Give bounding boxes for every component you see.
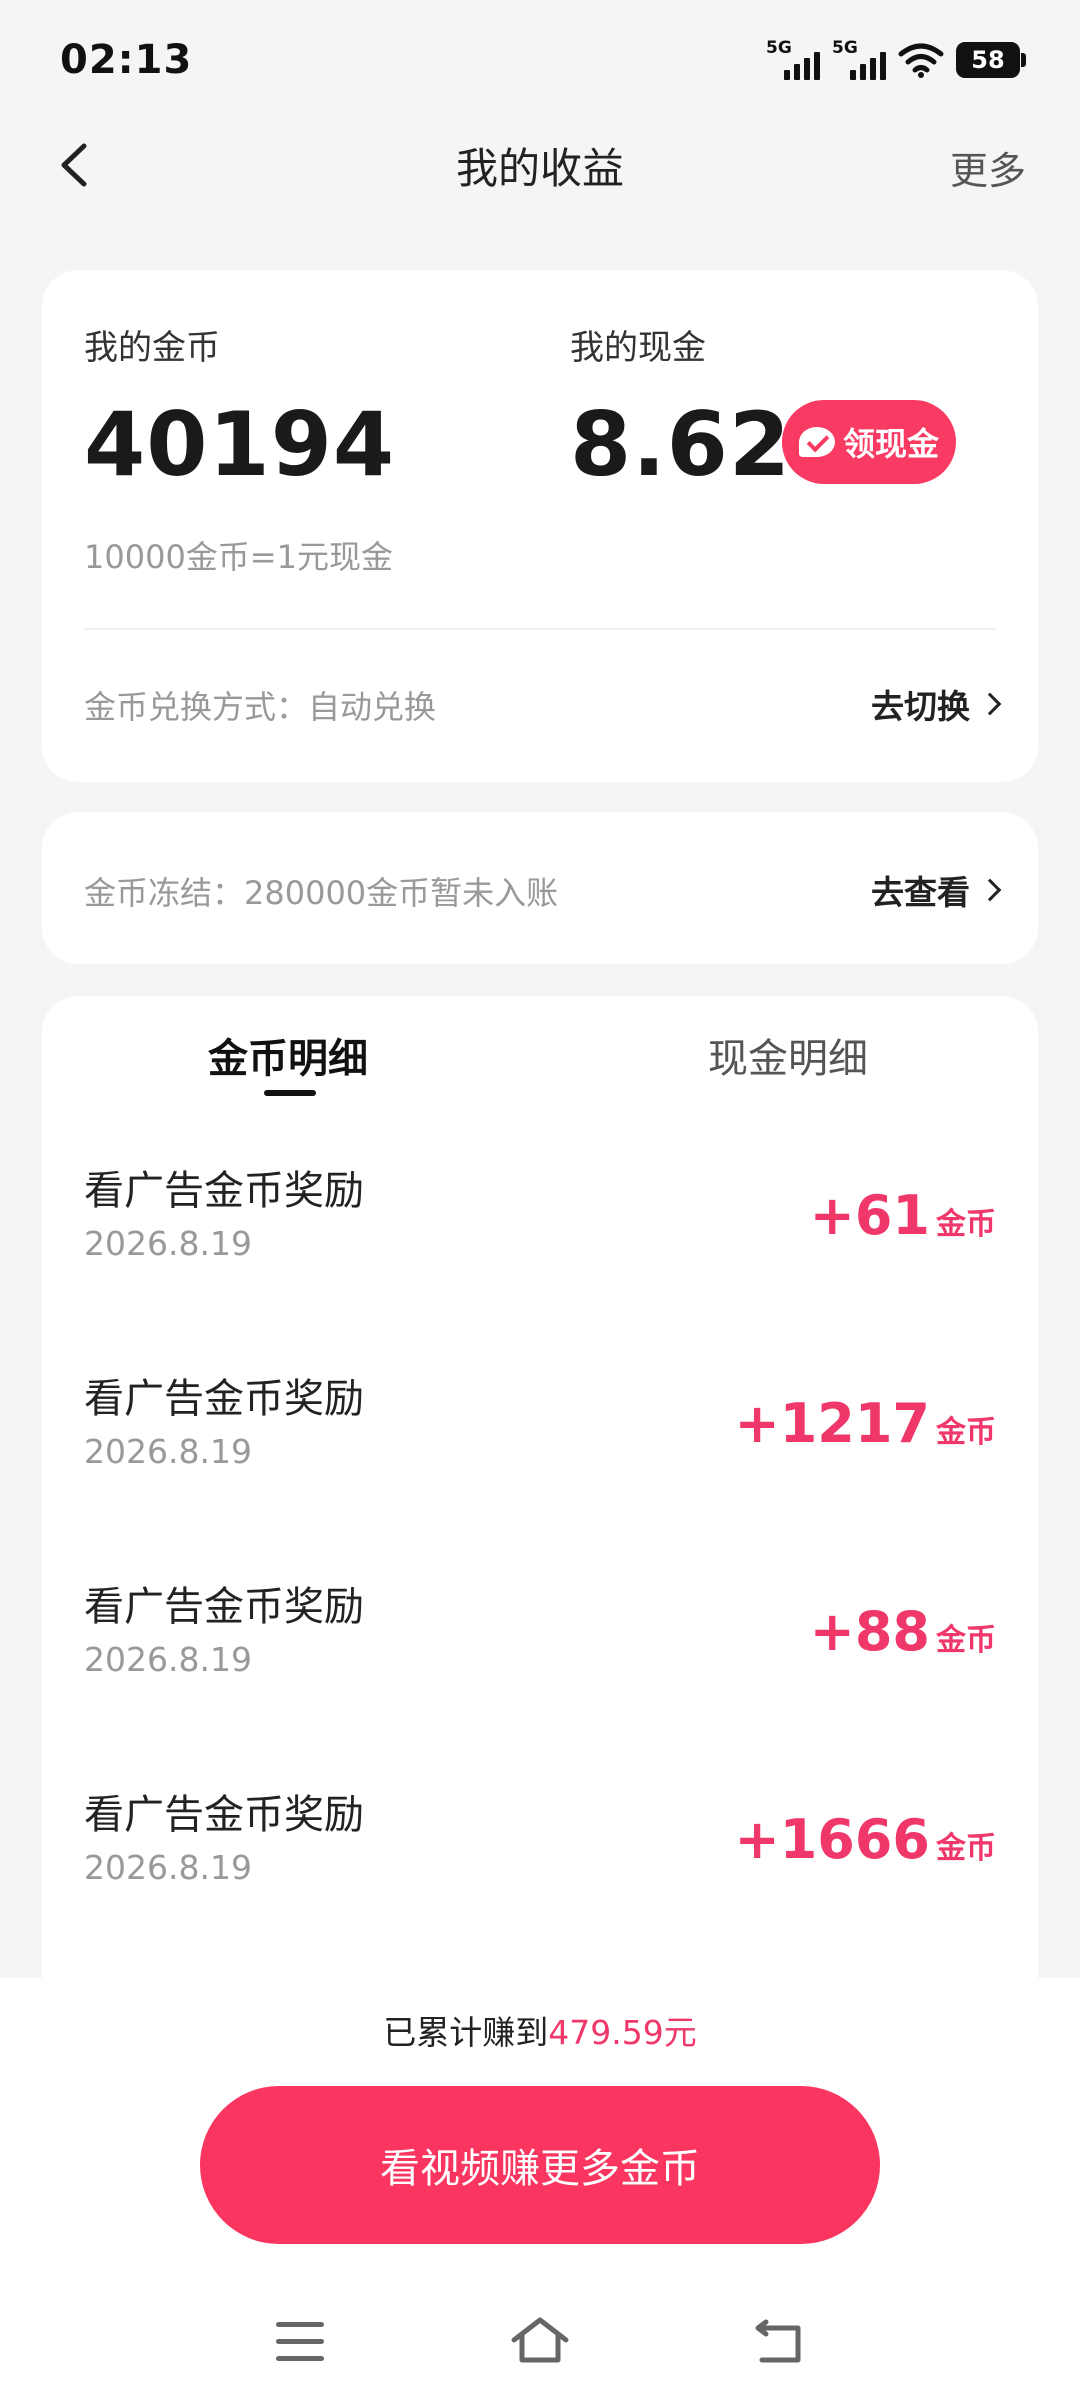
- record-amount-value: +88: [809, 1600, 930, 1663]
- switch-method-link[interactable]: 去切换: [871, 680, 1002, 728]
- divider: [84, 628, 996, 630]
- record-title: 看广告金币奖励: [84, 1792, 364, 1838]
- record-date: 2026.8.19: [84, 1224, 252, 1263]
- total-earned-amount: 479.59元: [548, 2013, 697, 2052]
- record-amount-value: +61: [809, 1184, 930, 1247]
- record-amount: +1666 金币: [734, 1808, 996, 1871]
- watch-video-button[interactable]: 看视频赚更多金币: [200, 2086, 880, 2244]
- page-title: 我的收益: [455, 143, 624, 193]
- menu-icon[interactable]: [276, 2322, 324, 2362]
- system-nav-bar: [0, 2300, 1080, 2390]
- tab-coin-details[interactable]: 金币明细: [208, 1026, 368, 1084]
- records-card: 金币明细 现金明细 看广告金币奖励 2026.8.19 +61 金币 看广告金币…: [42, 996, 1038, 1996]
- record-amount-unit: 金币: [936, 1623, 996, 1658]
- battery-level: 58: [971, 46, 1005, 74]
- signal-label: 5G: [832, 38, 858, 58]
- record-date: 2026.8.19: [84, 1640, 252, 1679]
- battery-icon: 58: [956, 42, 1026, 78]
- wallet-check-icon: [798, 427, 835, 457]
- record-amount: +88 金币: [810, 1600, 996, 1663]
- claim-cash-button[interactable]: 领现金: [782, 400, 956, 484]
- record-date: 2026.8.19: [84, 1848, 252, 1887]
- record-title: 看广告金币奖励: [84, 1376, 364, 1422]
- record-amount-value: +1217: [734, 1392, 930, 1455]
- record-amount-unit: 金币: [936, 1831, 996, 1866]
- chevron-right-icon: [978, 878, 1002, 902]
- chevron-right-icon: [978, 692, 1002, 716]
- claim-cash-label: 领现金: [842, 425, 939, 463]
- record-title: 看广告金币奖励: [84, 1584, 364, 1630]
- more-button[interactable]: 更多: [950, 140, 1026, 195]
- status-bar: 02:13 5G 5G 58: [0, 0, 1080, 120]
- wifi-icon: [898, 43, 944, 78]
- list-item: 看广告金币奖励 2026.8.19 +61 金币: [42, 1138, 1038, 1346]
- cash-label: 我的现金: [570, 328, 706, 368]
- signal-icon: 5G: [766, 38, 820, 80]
- cash-column: 我的现金 8.62: [570, 320, 791, 496]
- tab-cash-details[interactable]: 现金明细: [708, 1026, 868, 1084]
- record-amount-unit: 金币: [936, 1207, 996, 1242]
- signal-icon: 5G: [832, 38, 886, 80]
- cash-value: 8.62: [570, 393, 792, 496]
- total-earned-prefix: 已累计赚到: [383, 2013, 549, 2052]
- status-icons: 5G 5G 58: [766, 38, 1026, 80]
- record-amount-unit: 金币: [936, 1415, 996, 1450]
- record-amount: +1217 金币: [734, 1392, 996, 1455]
- coins-column: 我的金币 40194: [84, 320, 395, 496]
- record-amount-value: +1666: [734, 1808, 930, 1871]
- bottom-panel: 已累计赚到479.59元 看视频赚更多金币: [0, 1978, 1080, 2400]
- back-arrow-icon[interactable]: [52, 140, 100, 190]
- frozen-coins-text: 金币冻结：280000金币暂未入账: [84, 874, 559, 912]
- record-amount: +61 金币: [810, 1184, 996, 1247]
- exchange-rate: 10000金币=1元现金: [84, 538, 393, 576]
- view-frozen-link[interactable]: 去查看: [871, 866, 1002, 914]
- active-tab-indicator: [264, 1090, 316, 1096]
- list-item: 看广告金币奖励 2026.8.19 +88 金币: [42, 1554, 1038, 1762]
- frozen-coins-card: 金币冻结：280000金币暂未入账 去查看: [42, 812, 1038, 964]
- back-icon[interactable]: [752, 2314, 806, 2368]
- switch-method-label: 去切换: [871, 687, 970, 726]
- coins-label: 我的金币: [84, 328, 220, 368]
- signal-label: 5G: [766, 38, 792, 58]
- view-frozen-label: 去查看: [871, 873, 970, 912]
- record-date: 2026.8.19: [84, 1432, 252, 1471]
- exchange-method: 金币兑换方式：自动兑换: [84, 688, 437, 726]
- list-item: 看广告金币奖励 2026.8.19 +1217 金币: [42, 1346, 1038, 1554]
- home-icon[interactable]: [510, 2314, 570, 2368]
- balance-card: 我的金币 40194 我的现金 8.62 领现金 10000金币=1元现金 金币…: [42, 270, 1038, 782]
- nav-bar: 我的收益 更多: [0, 120, 1080, 210]
- coins-value: 40194: [84, 393, 396, 496]
- list-item: 看广告金币奖励 2026.8.19 +1666 金币: [42, 1762, 1038, 1970]
- total-earned: 已累计赚到479.59元: [0, 2006, 1080, 2054]
- status-time: 02:13: [60, 37, 193, 83]
- record-title: 看广告金币奖励: [84, 1168, 364, 1214]
